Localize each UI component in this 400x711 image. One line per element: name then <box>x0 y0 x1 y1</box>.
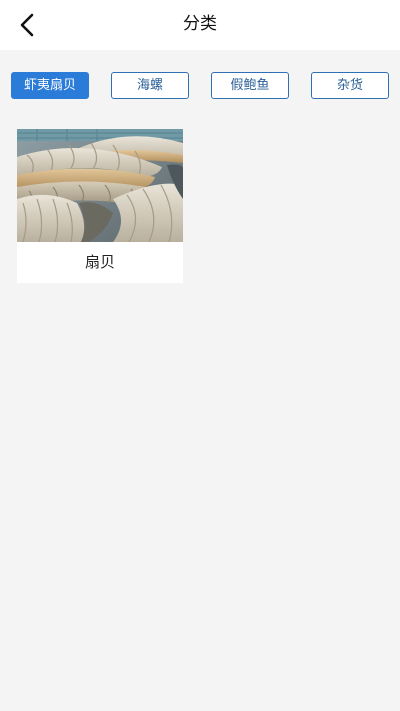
product-name: 扇贝 <box>84 253 115 271</box>
scallop-photo <box>17 129 183 242</box>
tab-conch[interactable]: 海螺 <box>111 72 189 99</box>
page-title: 分类 <box>183 14 217 34</box>
product-card[interactable]: 扇贝 <box>17 129 183 283</box>
tab-fake-abalone[interactable]: 假鲍鱼 <box>211 72 289 99</box>
category-tabs: 虾夷扇贝 海螺 假鲍鱼 杂货 <box>0 72 400 100</box>
tab-groceries[interactable]: 杂货 <box>311 72 389 99</box>
tab-scallop[interactable]: 虾夷扇贝 <box>11 72 89 99</box>
top-bar: 分类 <box>0 0 400 50</box>
